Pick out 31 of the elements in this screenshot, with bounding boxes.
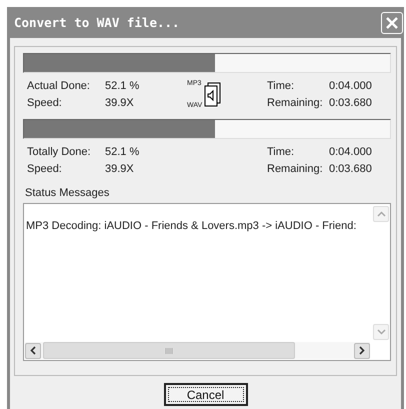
close-icon <box>385 16 399 30</box>
chevron-down-icon <box>376 329 386 335</box>
scroll-up-button[interactable] <box>373 206 389 222</box>
chevron-up-icon <box>376 211 386 217</box>
stat-label: Totally Done: <box>27 145 92 160</box>
chevron-left-icon <box>30 346 36 355</box>
close-button[interactable] <box>381 12 403 34</box>
stat-value: 0:03.680 <box>329 162 373 177</box>
cancel-button[interactable]: Cancel <box>164 383 248 406</box>
status-messages-label: Status Messages <box>24 186 110 201</box>
scroll-thumb[interactable] <box>43 342 295 359</box>
window-title: Convert to WAV file... <box>14 15 180 30</box>
stat-value: 0:03.680 <box>329 96 373 111</box>
stat-label: Remaining: <box>267 162 324 177</box>
stat-label: Speed: <box>27 162 63 177</box>
stat-value: 0:04.000 <box>329 145 373 160</box>
stat-label: Speed: <box>27 96 63 111</box>
chevron-right-icon <box>359 346 365 355</box>
grip-icon <box>165 348 173 354</box>
stat-label: Time: <box>267 145 296 160</box>
status-message: MP3 Decoding: iAUDIO - Friends & Lovers.mp3 -> iAUDIO - Friend: <box>26 220 358 232</box>
stat-value: 52.1 % <box>105 145 140 160</box>
scroll-left-button[interactable] <box>25 342 41 358</box>
stat-value: 39.9X <box>105 162 135 177</box>
stat-label: Actual Done: <box>27 79 91 94</box>
scroll-right-button[interactable] <box>354 342 370 358</box>
stat-value: 39.9X <box>105 96 135 111</box>
stat-value: 0:04.000 <box>329 79 373 94</box>
stat-label: Time: <box>267 79 296 94</box>
stat-value: 52.1 % <box>105 79 140 94</box>
stat-label: Remaining: <box>267 96 324 111</box>
